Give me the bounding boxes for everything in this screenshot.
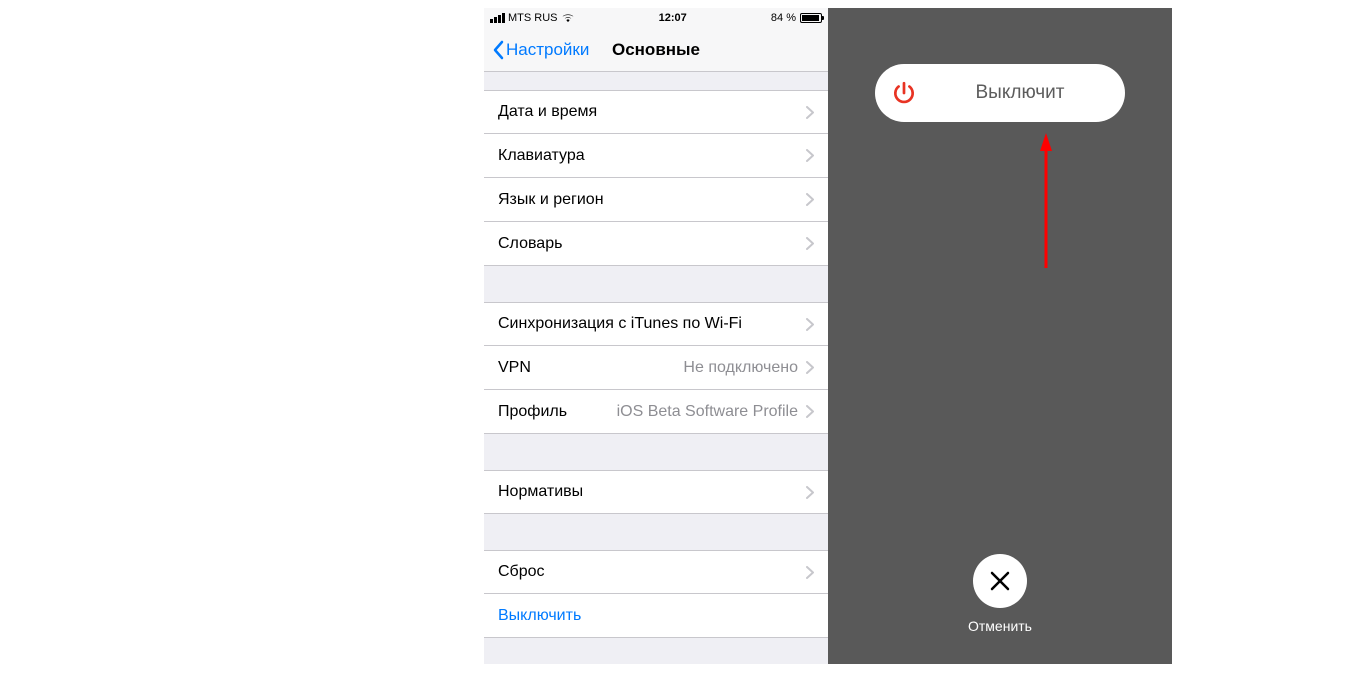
battery-pct: 84 %: [771, 12, 796, 24]
chevron-right-icon: [806, 237, 814, 250]
chevron-right-icon: [806, 318, 814, 331]
settings-screen: MTS RUS 12:07 84 % Настройки Основные Да…: [484, 8, 828, 664]
signal-icon: [490, 13, 505, 23]
close-icon: [989, 570, 1011, 592]
poweroff-screen: Выключит Отменить: [828, 8, 1172, 664]
cancel-button[interactable]: [973, 554, 1027, 608]
chevron-right-icon: [806, 566, 814, 579]
chevron-right-icon: [806, 149, 814, 162]
cell-shutdown[interactable]: Выключить: [484, 594, 828, 638]
carrier-label: MTS RUS: [508, 12, 558, 24]
cancel-label: Отменить: [968, 618, 1032, 634]
cell-label: Клавиатура: [498, 147, 585, 165]
cell-label: Язык и регион: [498, 191, 604, 209]
settings-list: Дата и время Клавиатура Язык и регион Сл…: [484, 72, 828, 664]
battery-icon: [800, 13, 822, 23]
slide-text: Выключит: [875, 82, 1125, 104]
cell-vpn[interactable]: VPN Не подключено: [484, 346, 828, 390]
chevron-right-icon: [806, 361, 814, 374]
cell-label: Сброс: [498, 563, 545, 581]
cell-detail: iOS Beta Software Profile: [617, 403, 798, 421]
cell-label: Словарь: [498, 235, 562, 253]
cell-detail: Не подключено: [683, 359, 798, 377]
cell-reset[interactable]: Сброс: [484, 550, 828, 594]
cell-date-time[interactable]: Дата и время: [484, 90, 828, 134]
nav-bar: Настройки Основные: [484, 28, 828, 72]
cell-label: VPN: [498, 359, 531, 377]
cell-label: Профиль: [498, 403, 567, 421]
slide-to-power-off[interactable]: Выключит: [875, 64, 1125, 122]
chevron-right-icon: [806, 405, 814, 418]
cell-language-region[interactable]: Язык и регион: [484, 178, 828, 222]
cell-label: Нормативы: [498, 483, 583, 501]
cell-itunes-wifi-sync[interactable]: Синхронизация с iTunes по Wi-Fi: [484, 302, 828, 346]
cell-dictionary[interactable]: Словарь: [484, 222, 828, 266]
chevron-right-icon: [806, 106, 814, 119]
page-title: Основные: [484, 40, 828, 60]
cell-keyboard[interactable]: Клавиатура: [484, 134, 828, 178]
status-time: 12:07: [659, 12, 687, 24]
cell-profile[interactable]: Профиль iOS Beta Software Profile: [484, 390, 828, 434]
cell-regulatory[interactable]: Нормативы: [484, 470, 828, 514]
status-bar: MTS RUS 12:07 84 %: [484, 8, 828, 28]
chevron-right-icon: [806, 193, 814, 206]
chevron-right-icon: [806, 486, 814, 499]
cell-label: Выключить: [498, 607, 581, 625]
cell-label: Дата и время: [498, 103, 597, 121]
cell-label: Синхронизация с iTunes по Wi-Fi: [498, 315, 742, 333]
wifi-icon: [561, 13, 575, 23]
arrow-annotation-icon: [1038, 133, 1068, 273]
